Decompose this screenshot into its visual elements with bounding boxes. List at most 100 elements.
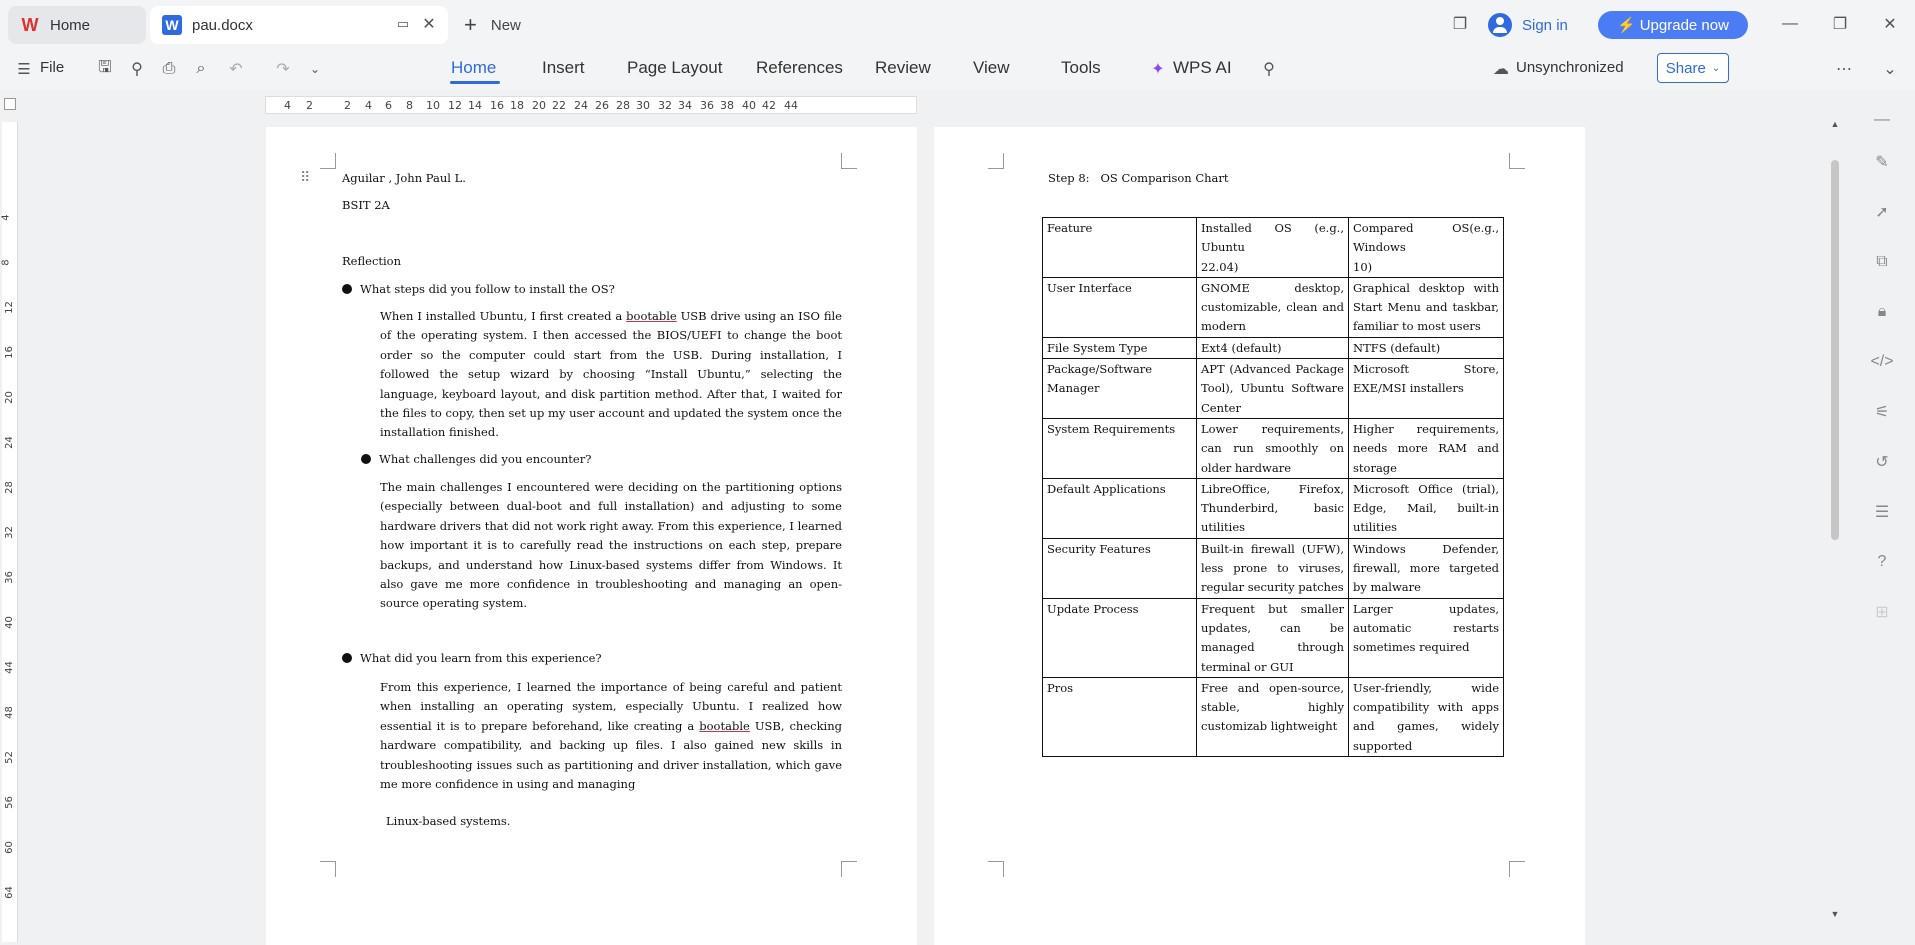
- table-row: Default Applications LibreOffice, Firefox…: [1042, 477, 1504, 539]
- more-options-icon[interactable]: ⋯: [1834, 58, 1854, 80]
- format-painter-icon[interactable]: ⚲: [126, 58, 148, 80]
- tab-home-ribbon[interactable]: Home: [451, 58, 496, 78]
- print-preview-icon[interactable]: ⌕: [190, 58, 212, 80]
- answer-1: When I installed Ubuntu, I first created…: [380, 307, 842, 443]
- upgrade-button[interactable]: ⚡ Upgrade now: [1598, 11, 1748, 39]
- tab-tools[interactable]: Tools: [1061, 58, 1101, 78]
- crop-mark: [988, 153, 1004, 169]
- close-window-icon[interactable]: ✕: [1880, 14, 1900, 34]
- hamburger-menu-icon[interactable]: ☰: [16, 60, 32, 78]
- table-cell[interactable]: Free and open-source, stable, highly cus…: [1196, 676, 1349, 758]
- print-icon[interactable]: ⎙: [158, 58, 180, 80]
- tab-insert[interactable]: Insert: [542, 58, 585, 78]
- table-cell[interactable]: Windows Defender, firewall, more targete…: [1348, 537, 1504, 599]
- more-dropdown-icon[interactable]: ⌄: [304, 58, 326, 80]
- table-cell[interactable]: Feature: [1042, 217, 1197, 278]
- scroll-up-icon[interactable]: ▲: [1828, 118, 1842, 130]
- table-cell[interactable]: User-friendly, wide compatibility with a…: [1348, 676, 1504, 758]
- ruler-tick-label: 30: [636, 99, 650, 112]
- tab-review[interactable]: Review: [875, 58, 931, 78]
- tab-view[interactable]: View: [973, 58, 1010, 78]
- table-cell[interactable]: LibreOffice, Firefox, Thunderbird, basic…: [1196, 477, 1349, 539]
- table-cell[interactable]: Compared OS(e.g., Windows 10): [1348, 217, 1504, 278]
- save-icon[interactable]: 🖫: [94, 58, 116, 80]
- table-cell[interactable]: Frequent but smaller updates, can be man…: [1196, 597, 1349, 678]
- table-cell[interactable]: Pros: [1042, 676, 1197, 758]
- vertical-ruler[interactable]: 4 8 12 16 20 24 28 32 36 40 44 48 52 56 60 64: [1, 122, 18, 942]
- collapse-sidebar-icon[interactable]: —: [1872, 110, 1892, 130]
- ruler-tick-label: 38: [720, 99, 734, 112]
- spellcheck-word[interactable]: bootable: [699, 719, 750, 733]
- table-cell[interactable]: Lower requirements, can run smoothly on …: [1196, 417, 1349, 479]
- scroll-down-icon[interactable]: ▼: [1828, 908, 1842, 920]
- select-cursor-icon[interactable]: ➚: [1872, 202, 1892, 222]
- undo-icon[interactable]: ↶: [225, 58, 247, 80]
- restore-icon[interactable]: ❐: [1830, 14, 1850, 34]
- table-cell[interactable]: Update Process: [1042, 597, 1197, 678]
- table-cell[interactable]: Package/Software Manager: [1042, 358, 1197, 419]
- table-cell[interactable]: Microsoft Office (trial), Edge, Mail, bu…: [1348, 477, 1504, 539]
- table-cell[interactable]: NTFS (default): [1348, 336, 1504, 360]
- ruler-tick-label: 44: [3, 661, 15, 674]
- reflection-heading: Reflection: [342, 254, 402, 268]
- table-cell[interactable]: GNOME desktop, customizable, clean and m…: [1196, 276, 1349, 338]
- minimize-icon[interactable]: —: [1780, 14, 1800, 34]
- file-menu[interactable]: File: [40, 59, 64, 76]
- search-icon[interactable]: ⚲: [1258, 58, 1280, 80]
- new-tab-button[interactable]: + New: [464, 10, 521, 40]
- ruler-tick-label: 12: [448, 99, 462, 112]
- table-cell[interactable]: Higher requirements, needs more RAM and …: [1348, 417, 1504, 479]
- window-list-icon[interactable]: ❐: [1450, 14, 1470, 34]
- tab-window-icon[interactable]: ▭: [394, 15, 412, 33]
- crop-mark: [320, 861, 336, 877]
- redo-icon[interactable]: ↷: [272, 58, 294, 80]
- tab-document[interactable]: W pau.docx ▭ ✕: [150, 6, 448, 44]
- adjust-sliders-icon[interactable]: ⚟: [1872, 402, 1892, 422]
- table-cell[interactable]: Graphical desktop with Start Menu and ta…: [1348, 276, 1504, 338]
- ruler-tick-label: 28: [3, 481, 15, 494]
- table-cell[interactable]: Microsoft Store, EXE/MSI installers: [1348, 358, 1504, 419]
- answer-1-text-a: When I installed Ubuntu, I first created…: [380, 309, 627, 323]
- table-cell[interactable]: APT (Advanced Package Tool), Ubuntu Soft…: [1196, 358, 1349, 419]
- question-3-text: What did you learn from this experience?: [360, 651, 602, 665]
- question-1-text: What steps did you follow to install the…: [360, 282, 615, 296]
- spellcheck-word[interactable]: bootable: [626, 309, 677, 323]
- bullet-icon: [361, 454, 371, 464]
- lock-icon[interactable]: 🔒︎: [1872, 302, 1892, 322]
- close-tab-icon[interactable]: ✕: [420, 15, 438, 33]
- edit-pen-icon[interactable]: ✎: [1872, 152, 1892, 172]
- sign-in-button[interactable]: Sign in: [1488, 10, 1568, 40]
- table-cell[interactable]: System Requirements: [1042, 417, 1197, 479]
- apps-grid-icon[interactable]: ⊞: [1872, 602, 1892, 622]
- table-cell[interactable]: Installed OS (e.g., Ubuntu 22.04): [1196, 217, 1349, 278]
- tab-selector[interactable]: [4, 98, 16, 110]
- ruler-tick-label: 24: [3, 436, 15, 449]
- outline-list-icon[interactable]: ☰: [1872, 502, 1892, 522]
- share-button[interactable]: Share ⌄: [1657, 53, 1729, 83]
- table-cell[interactable]: Built-in firewall (UFW), less prone to v…: [1196, 537, 1349, 599]
- history-icon[interactable]: ↺: [1872, 452, 1892, 472]
- new-tab-label: New: [490, 16, 521, 34]
- table-row: User Interface GNOME desktop, customizabl…: [1042, 276, 1504, 338]
- tab-wps-ai[interactable]: WPS AI: [1173, 58, 1232, 78]
- tab-home[interactable]: W Home: [8, 6, 146, 44]
- copy-format-icon[interactable]: ⧉: [1872, 252, 1892, 272]
- crop-mark: [841, 861, 857, 877]
- tab-references[interactable]: References: [756, 58, 843, 78]
- horizontal-ruler[interactable]: 4 2 2 4 6 8 10 12 14 16 18 20 22 24 26 28 30 32 34 36 38 40 42…: [265, 96, 917, 114]
- drag-handle-icon[interactable]: ⠿: [300, 169, 310, 186]
- table-cell[interactable]: File System Type: [1042, 336, 1197, 360]
- table-cell[interactable]: Larger updates, automatic restarts somet…: [1348, 597, 1504, 678]
- collapse-ribbon-icon[interactable]: ⌄: [1880, 58, 1900, 80]
- code-icon[interactable]: </>: [1870, 352, 1893, 372]
- table-cell[interactable]: Security Features: [1042, 537, 1197, 599]
- help-icon[interactable]: ?: [1872, 552, 1892, 572]
- table-cell[interactable]: Default Applications: [1042, 477, 1197, 539]
- tab-page-layout[interactable]: Page Layout: [627, 58, 722, 78]
- table-cell[interactable]: User Interface: [1042, 276, 1197, 338]
- ruler-tick-label: 20: [3, 391, 15, 404]
- vertical-scrollbar[interactable]: [1831, 160, 1839, 540]
- sync-status[interactable]: Unsynchronized: [1516, 59, 1624, 76]
- table-cell[interactable]: Ext4 (default): [1196, 336, 1349, 360]
- wps-logo-icon: W: [21, 14, 39, 35]
